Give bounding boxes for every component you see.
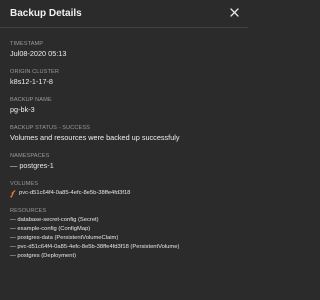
namespaces-list: — postgres-1 [10, 161, 240, 171]
origin-cluster-label: ORIGIN CLUSTER [10, 69, 59, 75]
close-icon [230, 8, 239, 17]
backup-status-label: BACKUP STATUS - SUCCESS [10, 125, 91, 131]
resources-label: RESOURCES [10, 208, 47, 214]
timestamp-label: TIMESTAMP [10, 41, 44, 47]
timestamp-section: TIMESTAMP Jul08-2020 05:13 [10, 41, 240, 59]
backup-name-section: BACKUP NAME pg-bk-3 [10, 97, 240, 115]
backup-status-section: BACKUP STATUS - SUCCESS Volumes and reso… [10, 125, 240, 143]
origin-cluster-value: k8s12-1-17-8 [10, 77, 53, 86]
volumes-section: VOLUMES pvc-d51c64f4-0a85-4efc-8e5b-38ff… [10, 181, 240, 198]
origin-cluster-section: ORIGIN CLUSTER k8s12-1-17-8 [10, 69, 240, 87]
volumes-label: VOLUMES [10, 181, 39, 187]
backup-name-value: pg-bk-3 [10, 105, 35, 114]
resource-item: — postgres-data (PersistentVolumeClaim) [10, 235, 119, 241]
backup-details-dialog: Backup Details TIMESTAMP Jul08-2020 05:1… [0, 0, 248, 300]
header-divider [0, 27, 248, 28]
timestamp-value: Jul08-2020 05:13 [10, 49, 67, 58]
namespace-item: — postgres-1 [10, 161, 54, 170]
resource-item: — pvc-d51c64f4-0a85-4efc-8e5b-38ffe4fd3f… [10, 244, 180, 250]
dialog-header: Backup Details [0, 0, 248, 25]
dialog-title: Backup Details [10, 8, 82, 19]
namespaces-label: NAMESPACES [10, 153, 50, 159]
resources-list: — database-secret-config (Secret) — exam… [10, 216, 240, 261]
volume-name: pvc-d51c64f4-0a85-4efc-8e5b-38ffe4fd3f18 [19, 190, 131, 196]
backup-name-label: BACKUP NAME [10, 97, 52, 103]
resource-item: — postgres (Deployment) [10, 253, 77, 259]
resource-item: — example-config (ConfigMap) [10, 226, 91, 232]
namespaces-section: NAMESPACES — postgres-1 [10, 153, 240, 171]
resources-section: RESOURCES — database-secret-config (Secr… [10, 208, 240, 261]
volume-item[interactable]: pvc-d51c64f4-0a85-4efc-8e5b-38ffe4fd3f18 [10, 189, 240, 198]
close-button[interactable] [230, 8, 239, 17]
backup-status-value: Volumes and resources were backed up suc… [10, 133, 180, 142]
volume-link-icon [10, 189, 16, 198]
resource-item: — database-secret-config (Secret) [10, 217, 99, 223]
details-content: TIMESTAMP Jul08-2020 05:13 ORIGIN CLUSTE… [10, 41, 240, 271]
